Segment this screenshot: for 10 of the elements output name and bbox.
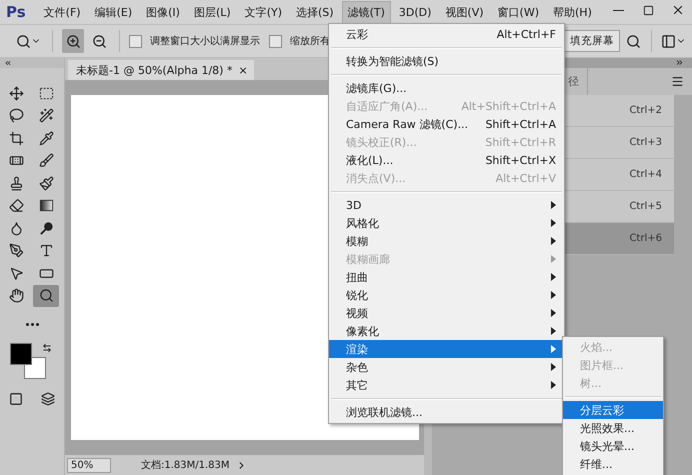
document-title: 未标题-1 @ 50%(Alpha 1/8) * <box>76 62 232 78</box>
checkbox-label: 调整窗口大小以满屏显示 <box>150 34 260 48</box>
shortcut-label: Ctrl+5 <box>629 201 662 212</box>
document-info: 文档:1.83M/1.83M <box>141 458 230 472</box>
shortcut-label: Ctrl+3 <box>629 137 662 148</box>
shortcut-label: Ctrl+2 <box>629 105 662 116</box>
shortcut-label: Ctrl+4 <box>629 169 662 180</box>
checkbox-label: 缩放所有 <box>290 34 330 48</box>
shortcut-label: Ctrl+6 <box>629 233 662 244</box>
app-logo: Ps <box>6 3 26 21</box>
